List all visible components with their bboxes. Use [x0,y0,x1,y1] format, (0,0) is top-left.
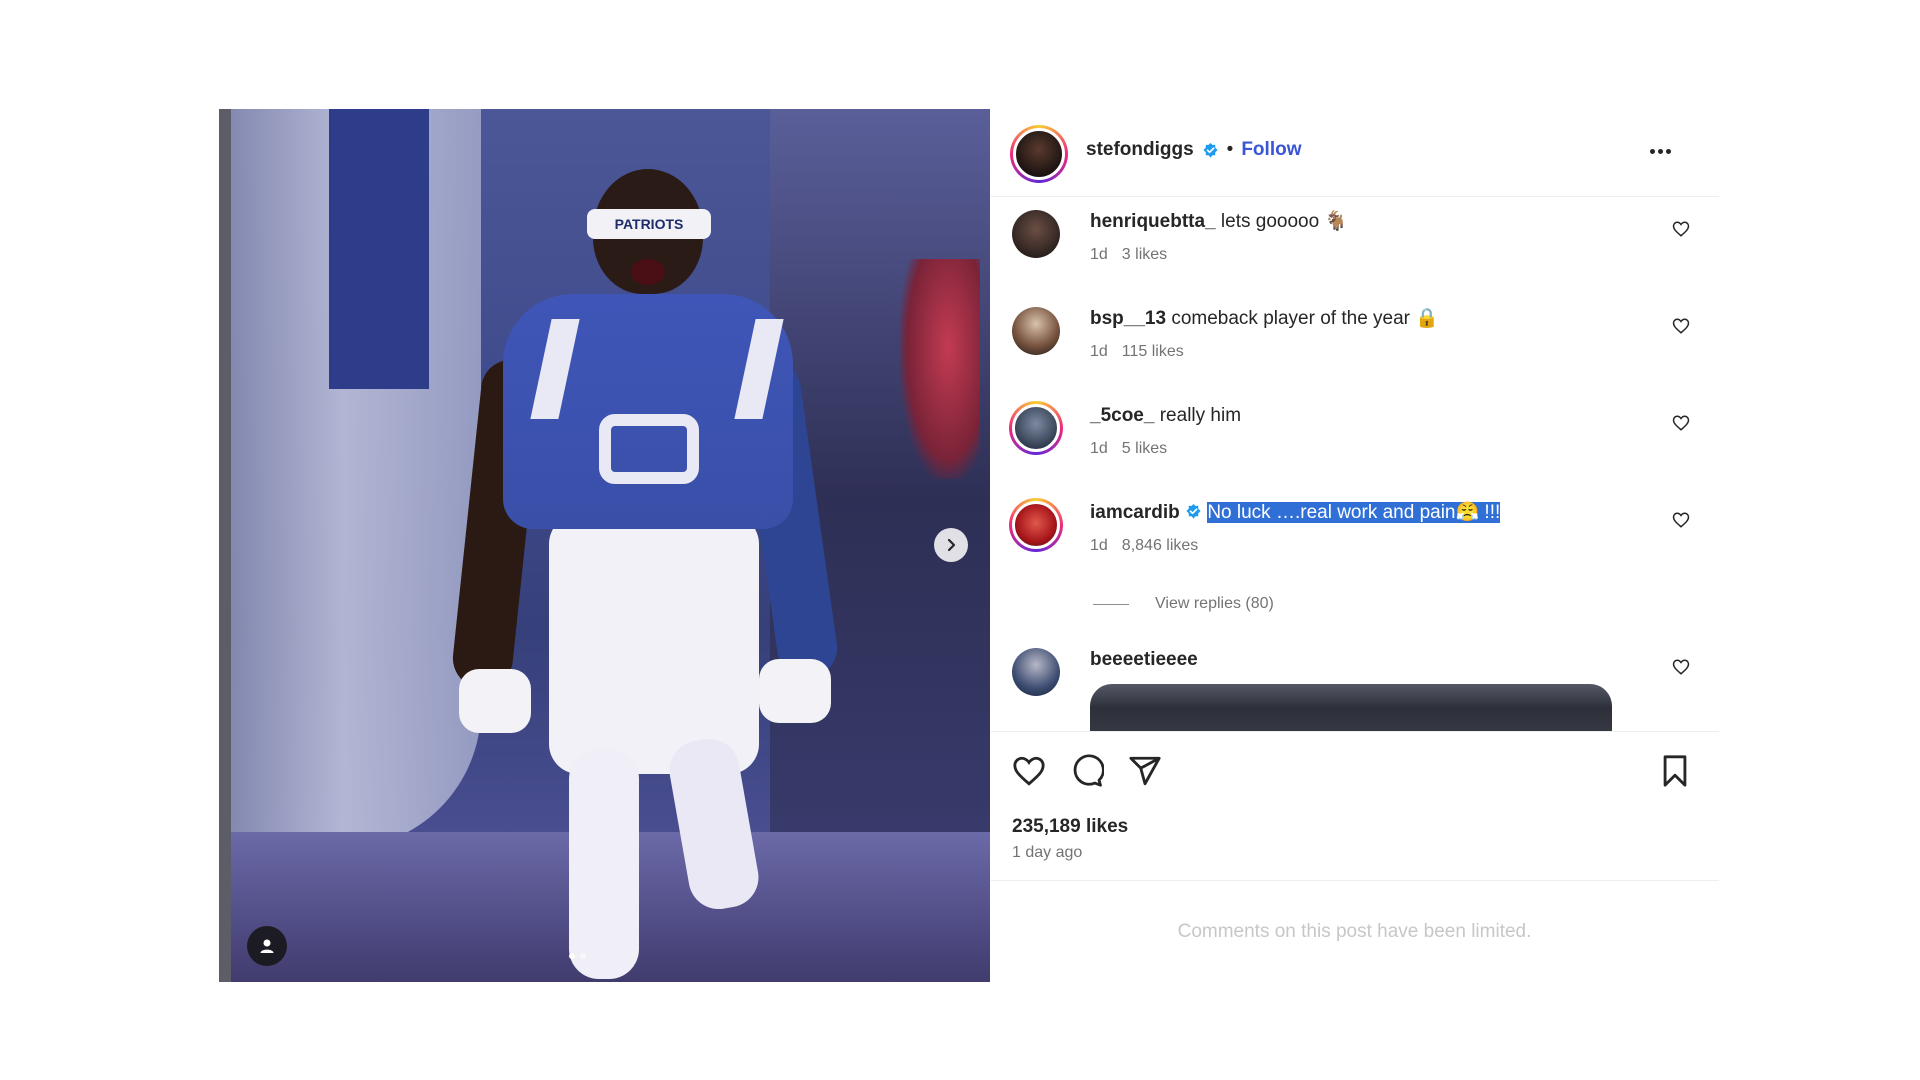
player-mouth [631,259,665,285]
comment-avatar[interactable] [1009,498,1063,552]
comment-avatar[interactable] [1009,401,1063,455]
comment-username[interactable]: _5coe_ [1090,405,1154,426]
comment-likes[interactable]: 8,846 likes [1122,537,1199,555]
user-tag-icon [260,939,274,953]
comments-limited-notice: Comments on this post have been limited. [1177,921,1532,942]
comment-text: lets gooooo 🐐 [1220,211,1349,232]
comment-avatar-image [1012,501,1060,549]
post-container: PATRIOTS stefondiggs • Follow henriquebt… [219,109,1719,982]
comment-avatar[interactable] [1012,210,1060,258]
heart-icon[interactable] [1672,220,1690,238]
comment-likes[interactable]: 3 likes [1122,246,1167,264]
more-icon-dot [1658,149,1663,154]
comment-age[interactable]: 1d [1090,246,1108,264]
author-meta: stefondiggs • Follow [1086,139,1301,161]
comment-username[interactable]: henriquebtta_ [1090,211,1216,232]
share-icon[interactable] [1128,754,1162,788]
heart-icon[interactable] [1672,414,1690,432]
player-headband: PATRIOTS [587,209,711,239]
heart-icon[interactable] [1012,754,1046,788]
comment-age[interactable]: 1d [1090,537,1108,555]
view-replies-button[interactable]: View replies (80) [1093,595,1274,613]
post-like-count[interactable]: 235,189 likes [1012,816,1128,838]
author-username[interactable]: stefondiggs [1086,139,1194,161]
comment-body: _5coe_ really him [1090,404,1241,428]
post-header: stefondiggs • Follow [990,109,1719,197]
bookmark-icon[interactable] [1660,754,1690,788]
comment-body: iamcardib No luck ….real work and pain😤 … [1090,501,1501,525]
more-options-button[interactable] [1650,149,1671,154]
comment-avatar[interactable] [1012,307,1060,355]
author-avatar[interactable] [1010,125,1068,183]
comment-media[interactable] [1090,684,1612,731]
replies-divider [1093,603,1129,605]
comment-text: really him [1159,405,1242,426]
heart-icon[interactable] [1672,511,1690,529]
comment-icon[interactable] [1070,754,1104,788]
comment-meta: 1d 8,846 likes [1090,537,1198,555]
media-edge [219,109,231,982]
post-side-panel: stefondiggs • Follow henriquebtta_ lets … [990,109,1719,982]
comment-age[interactable]: 1d [1090,440,1108,458]
comment-meta: 1d 3 likes [1090,246,1167,264]
view-replies-label: View replies (80) [1155,595,1274,612]
player-leg-left [569,749,639,979]
player-glove-left [459,669,531,733]
verified-icon [1186,503,1201,519]
comment-avatar[interactable] [1012,648,1060,696]
comment-username[interactable]: beeeetieeee [1090,649,1198,670]
more-icon-dot [1666,149,1671,154]
comment-body: bsp__13 comeback player of the year 🔒 [1090,307,1439,331]
post-actions: 235,189 likes 1 day ago [990,731,1719,881]
comment-likes[interactable]: 115 likes [1122,343,1184,361]
carousel-indicator [569,953,586,959]
comments-list[interactable]: henriquebtta_ lets gooooo 🐐 1d 3 likes b… [990,198,1719,731]
comment-meta: 1d 115 likes [1090,343,1184,361]
comment-text: comeback player of the year 🔒 [1171,308,1439,329]
comment-text-selected: No luck ….real work and pain😤 !!! [1207,502,1501,523]
player-figure: PATRIOTS [449,169,841,982]
chevron-right-icon [947,538,956,552]
comment-body: beeeetieeee [1090,648,1198,672]
crowd-figure [900,259,980,479]
carousel-dot-active [569,953,575,959]
heart-icon[interactable] [1672,317,1690,335]
carousel-dot [580,953,586,959]
meta-separator: • [1226,139,1234,160]
player-pants [549,514,759,774]
more-icon [1650,149,1655,154]
comment-meta: 1d 5 likes [1090,440,1167,458]
comment-username[interactable]: iamcardib [1090,502,1180,523]
comment-avatar-image [1012,404,1060,452]
carousel-next-button[interactable] [934,528,968,562]
player-glove-right [759,659,831,723]
post-media[interactable]: PATRIOTS [219,109,990,982]
comment-likes[interactable]: 5 likes [1122,440,1167,458]
verified-icon [1203,142,1218,158]
follow-button[interactable]: Follow [1241,139,1301,161]
comment-body: henriquebtta_ lets gooooo 🐐 [1090,210,1348,234]
tagged-users-button[interactable] [247,926,287,966]
post-timestamp[interactable]: 1 day ago [1012,844,1082,862]
stage-panel [329,109,429,389]
author-avatar-image [1013,128,1065,180]
heart-icon[interactable] [1672,658,1690,676]
comment-age[interactable]: 1d [1090,343,1108,361]
comment-username[interactable]: bsp__13 [1090,308,1166,329]
jersey-number [599,414,699,484]
